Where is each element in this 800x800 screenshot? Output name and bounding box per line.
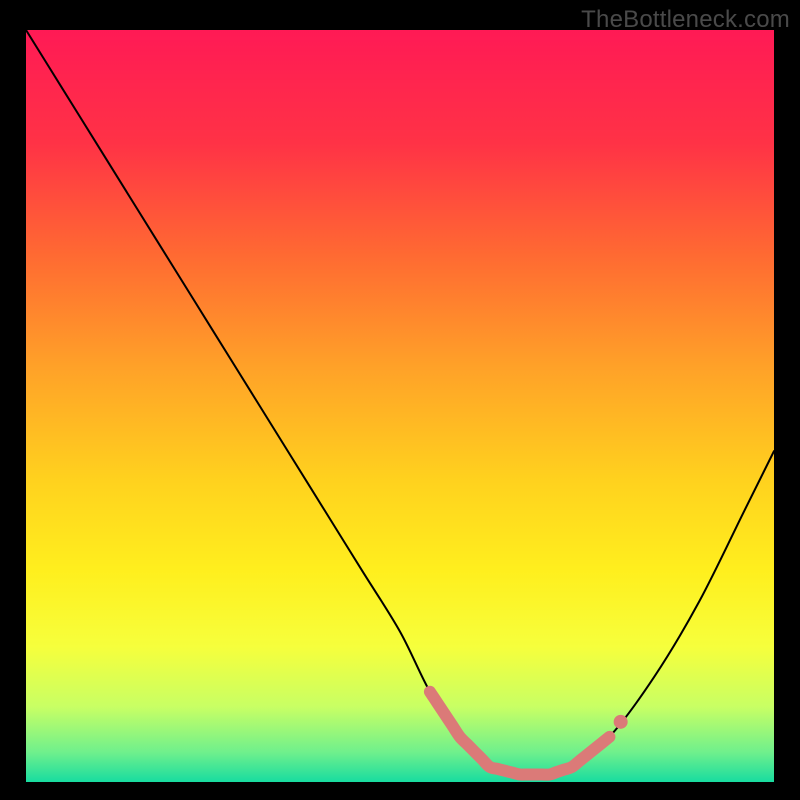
watermark-text: TheBottleneck.com (581, 6, 790, 34)
optimal-range-end-dot (614, 715, 628, 729)
chart-svg (26, 30, 774, 782)
plot-area (26, 30, 774, 782)
chart-frame: TheBottleneck.com (0, 0, 800, 800)
gradient-rect (26, 30, 774, 782)
